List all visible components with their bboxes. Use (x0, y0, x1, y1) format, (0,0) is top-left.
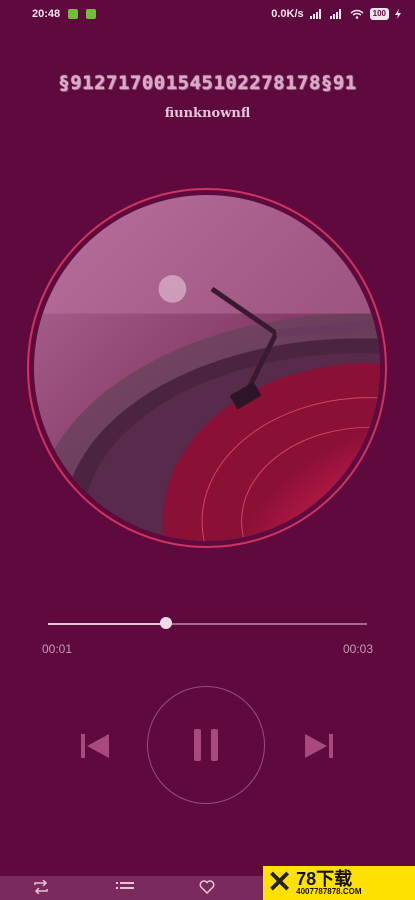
watermark-x-icon: ✕ (267, 866, 293, 899)
playlist-icon[interactable] (116, 880, 134, 894)
total-time: 00:03 (342, 642, 373, 656)
progress-bar[interactable] (48, 617, 367, 629)
watermark-logo: ✕ 78下载 4007787878.COM (263, 866, 415, 900)
signal-icon-2 (329, 9, 341, 19)
play-pause-button[interactable] (147, 686, 265, 804)
artist-name: fiunknownfl (164, 106, 251, 121)
status-bar: 20:48 0.0K/s 100 (0, 0, 415, 28)
next-button[interactable] (300, 730, 338, 762)
notification-app-icon-2 (86, 9, 97, 19)
album-art-disc (27, 188, 387, 548)
heart-icon[interactable] (199, 880, 215, 894)
progress-thumb[interactable] (160, 617, 173, 629)
status-time: 20:48 (32, 8, 61, 20)
previous-button[interactable] (76, 730, 114, 762)
current-time: 00:01 (42, 642, 73, 656)
song-title: §912717001545102278178§91 (58, 72, 357, 94)
battery-icon: 100 (369, 8, 389, 20)
wifi-icon (350, 9, 364, 19)
notification-app-icon (68, 9, 79, 19)
signal-icon (309, 9, 321, 19)
watermark-phone: 4007787878.COM (296, 887, 362, 896)
network-speed: 0.0K/s (271, 8, 304, 20)
album-art (34, 195, 380, 541)
progress-fill (48, 623, 167, 625)
skip-previous-icon (81, 734, 109, 758)
pause-icon (194, 729, 218, 761)
skip-next-icon (305, 734, 333, 758)
repeat-icon[interactable] (32, 880, 50, 894)
watermark-brand: 78下载 (296, 869, 353, 889)
charging-icon (395, 9, 401, 19)
